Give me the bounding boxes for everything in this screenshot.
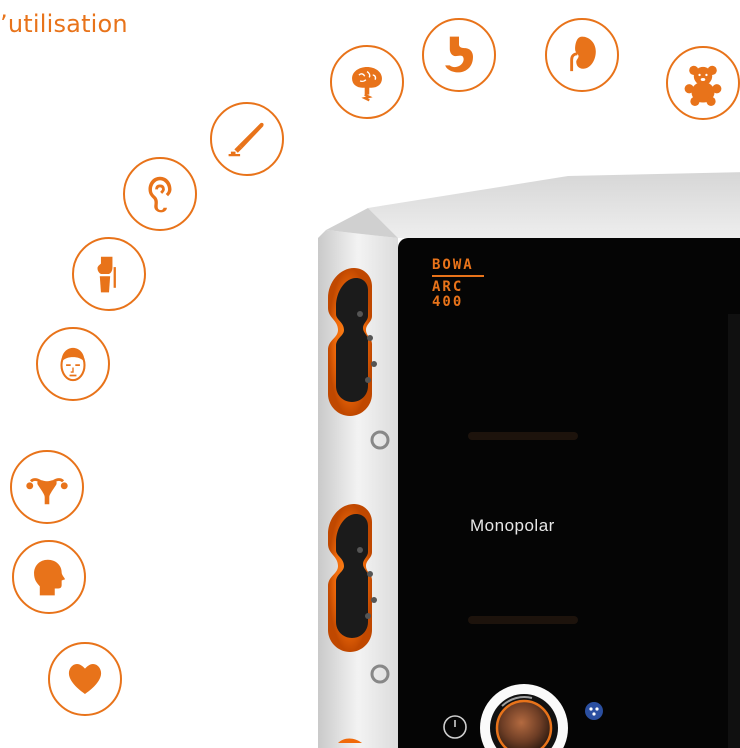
teddy-bear-icon bbox=[684, 65, 722, 106]
brain-icon-circle[interactable] bbox=[330, 45, 404, 119]
mode-label: Monopolar bbox=[470, 516, 555, 535]
teddy-bear-icon-circle[interactable] bbox=[666, 46, 740, 120]
scalpel-icon-circle[interactable] bbox=[210, 102, 284, 176]
logo-model-row1: ARC bbox=[432, 278, 464, 295]
uterus-icon-circle[interactable] bbox=[10, 450, 84, 524]
ear-icon bbox=[148, 176, 172, 213]
section-heading: ’utilisation bbox=[0, 10, 128, 38]
uterus-icon bbox=[26, 478, 68, 505]
head-profile-icon bbox=[34, 559, 66, 596]
stomach-icon bbox=[445, 36, 474, 73]
kidney-icon bbox=[570, 36, 596, 72]
kidney-icon-circle[interactable] bbox=[545, 18, 619, 92]
stomach-icon-circle[interactable] bbox=[422, 18, 496, 92]
knee-joint-icon bbox=[97, 256, 116, 293]
knee-joint-icon-circle[interactable] bbox=[72, 237, 146, 311]
brand-logo: BOWA ARC 400 bbox=[432, 258, 484, 310]
face-icon-circle[interactable] bbox=[36, 327, 110, 401]
display-details bbox=[443, 314, 740, 748]
ear-icon-circle[interactable] bbox=[123, 157, 197, 231]
logo-model-row2: 400 bbox=[432, 293, 464, 310]
brain-icon bbox=[352, 67, 382, 102]
head-profile-icon-circle[interactable] bbox=[12, 540, 86, 614]
heart-icon-circle[interactable] bbox=[48, 642, 122, 716]
face-icon bbox=[60, 347, 86, 382]
heart-icon bbox=[68, 664, 102, 694]
logo-brand: BOWA bbox=[432, 257, 474, 273]
scalpel-icon bbox=[228, 122, 264, 157]
